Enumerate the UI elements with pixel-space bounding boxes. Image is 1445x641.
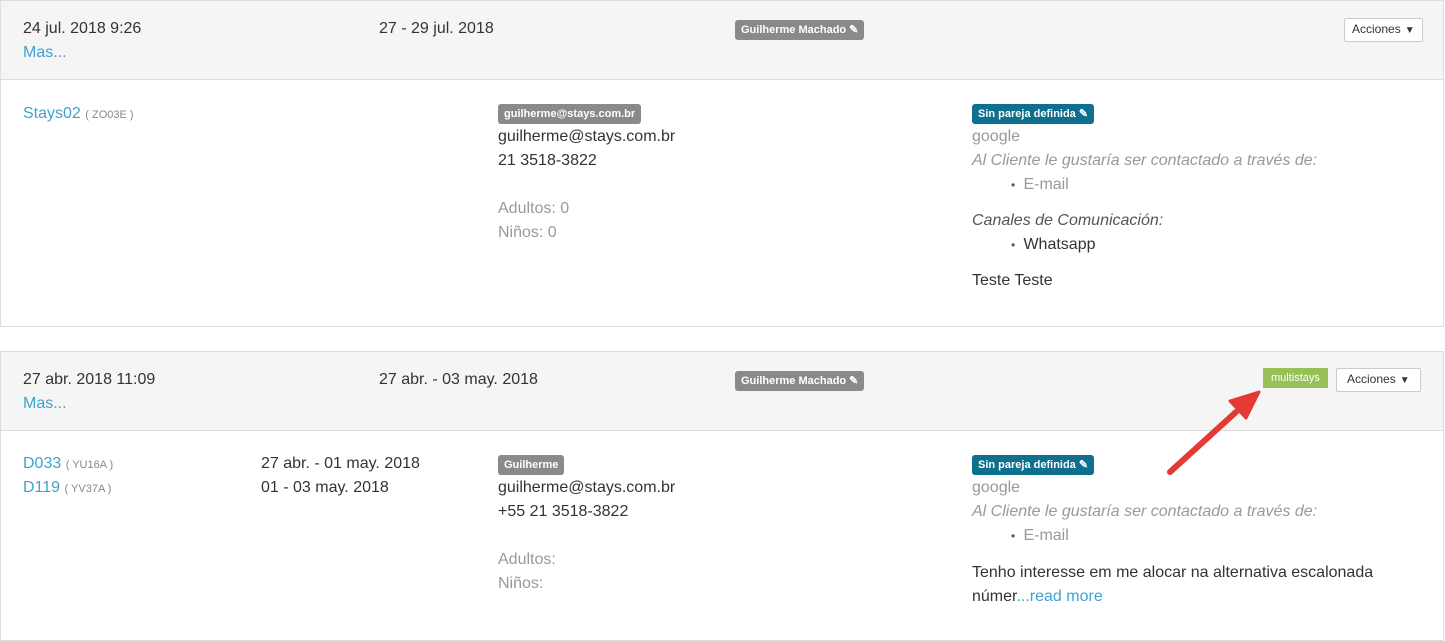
contact-pref-item: • E-mail [1011,176,1069,193]
agent-label[interactable]: Guilherme Machado ✎ [735,371,865,391]
guest-phone: 21 3518-3822 [498,152,597,169]
actions-dropdown[interactable]: Acciones ▼ [1336,368,1421,392]
booking-card-header: 27 abr. 2018 11:09 Mas... 27 abr. - 03 m… [1,352,1443,431]
listing-name[interactable]: D033 [23,455,61,472]
channels-title: Canales de Comunicación: [972,212,1164,229]
more-link[interactable]: Mas... [23,43,67,63]
partner-label[interactable]: Sin pareja definida ✎ [972,104,1095,124]
children-count: Niños: [498,575,544,592]
listing-code: ( ZO03E ) [85,109,134,121]
pencil-icon: ✎ [1078,108,1089,120]
listing-item[interactable]: D119 ( YV37A ) [23,478,111,499]
booking-source: google [972,479,1021,496]
partner-text: Sin pareja definida [978,108,1076,120]
caret-down-icon: ▼ [1404,25,1415,36]
agent-name: Guilherme Machado [741,24,847,36]
actions-label: Acciones [1352,22,1401,36]
pencil-icon: ✎ [849,375,859,387]
read-more-link[interactable]: ...read more [1016,588,1102,605]
adults-count: Adultos: [498,551,556,568]
contact-badge: Guilherme [498,455,565,475]
channel-item: • Whatsapp [1011,236,1096,253]
contact-pref-title: Al Cliente le gustaría ser contactado a … [972,152,1318,169]
actions-dropdown[interactable]: Acciones ▼ [1344,18,1423,42]
created-date: 24 jul. 2018 9:26 [23,20,142,37]
contact-pref-title: Al Cliente le gustaría ser contactado a … [972,503,1318,520]
partner-label[interactable]: Sin pareja definida ✎ [972,455,1095,475]
pencil-icon: ✎ [1078,459,1089,471]
listing-code: ( YV37A ) [64,483,112,495]
children-count: Niños: 0 [498,224,557,241]
multistays-tag: multistays [1263,368,1328,388]
listing-dates: 01 - 03 may. 2018 [261,479,389,496]
contact-pref-item: • E-mail [1011,527,1069,544]
listing-code: ( YU16A ) [65,459,114,471]
listing-name[interactable]: Stays02 [23,105,81,122]
listing-item[interactable]: Stays02 ( ZO03E ) [23,104,134,125]
agent-name: Guilherme Machado [741,375,847,387]
stay-dates: 27 abr. - 03 may. 2018 [379,371,538,388]
guest-phone: +55 21 3518-3822 [498,503,629,520]
booking-note-continued: númer...read more [972,588,1103,605]
adults-count: Adultos: 0 [498,200,570,217]
listing-name[interactable]: D119 [23,479,60,496]
guest-email: guilherme@stays.com.br [498,128,676,145]
booking-source: google [972,128,1021,145]
listing-item[interactable]: D033 ( YU16A ) [23,454,113,475]
pencil-icon: ✎ [849,24,859,36]
booking-note: Teste Teste [972,272,1053,289]
partner-text: Sin pareja definida [978,459,1076,471]
booking-card-1: 24 jul. 2018 9:26 Mas... 27 - 29 jul. 20… [0,0,1444,327]
more-link[interactable]: Mas... [23,394,67,414]
actions-label: Acciones [1347,372,1396,386]
booking-note: Tenho interesse em me alocar na alternat… [972,564,1374,581]
caret-down-icon: ▼ [1399,375,1410,386]
stay-dates: 27 - 29 jul. 2018 [379,20,494,37]
booking-card-header: 24 jul. 2018 9:26 Mas... 27 - 29 jul. 20… [1,1,1443,80]
guest-email: guilherme@stays.com.br [498,479,676,496]
agent-label[interactable]: Guilherme Machado ✎ [735,20,865,40]
contact-badge: guilherme@stays.com.br [498,104,642,124]
booking-card-2: 27 abr. 2018 11:09 Mas... 27 abr. - 03 m… [0,351,1444,641]
listing-dates: 27 abr. - 01 may. 2018 [261,455,420,472]
created-date: 27 abr. 2018 11:09 [23,371,156,388]
